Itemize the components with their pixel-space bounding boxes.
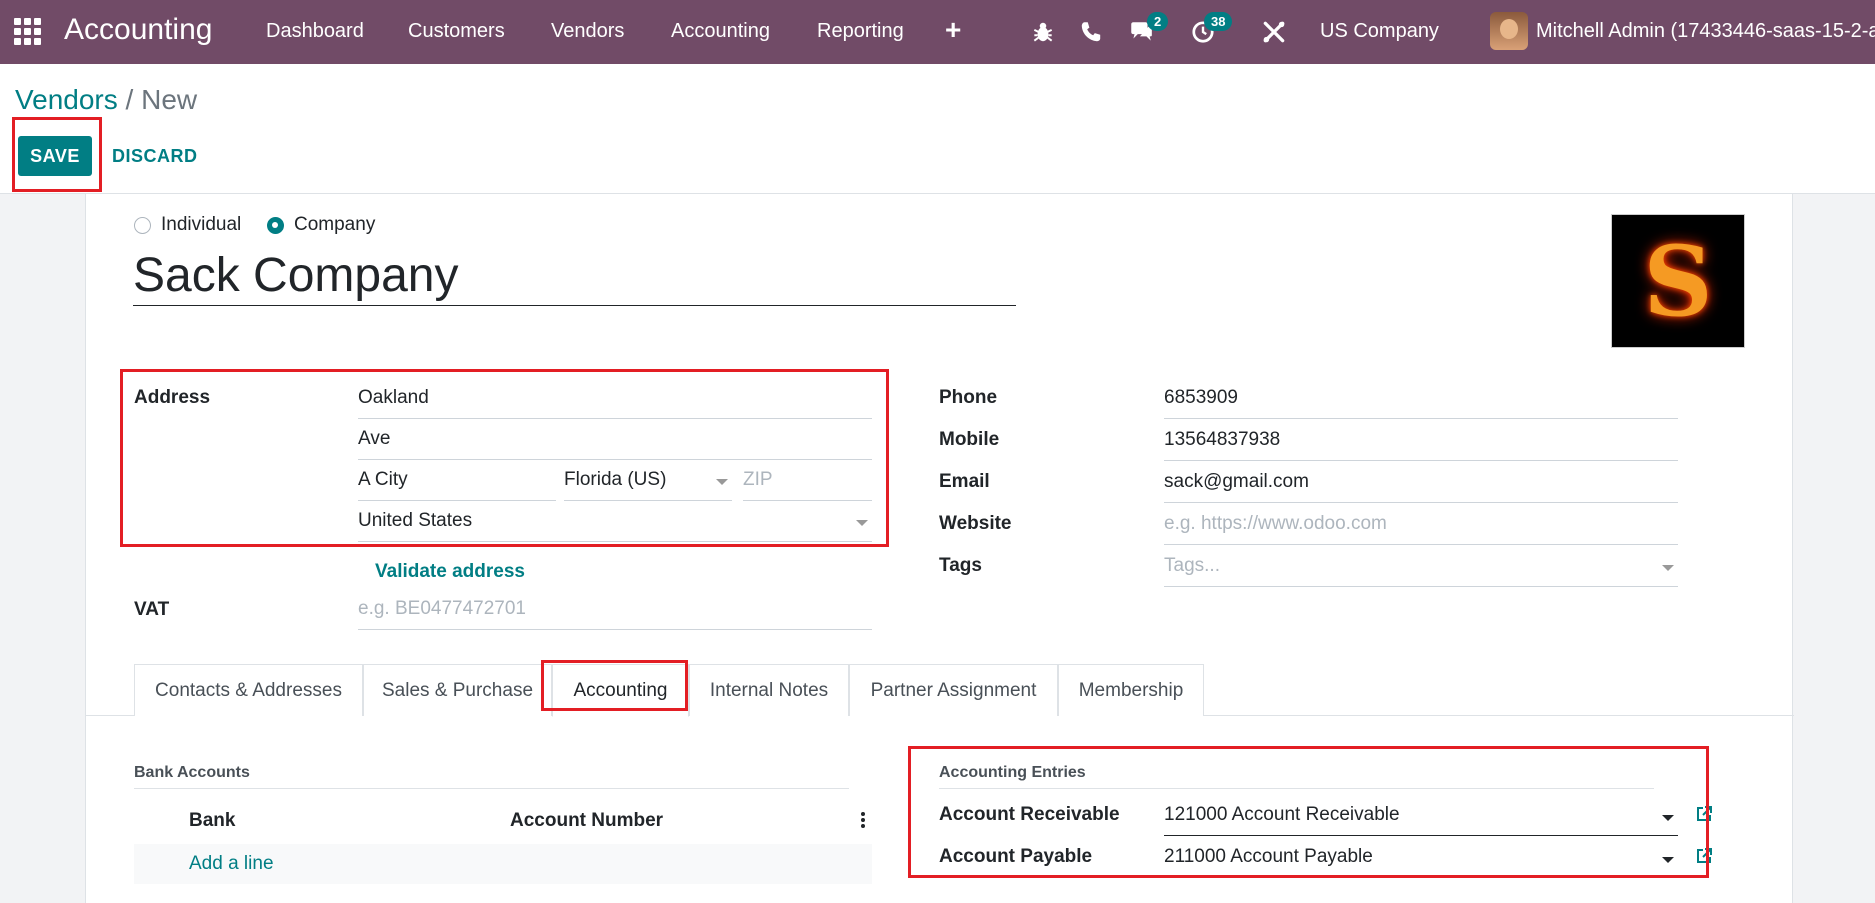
account-payable-value: 211000 Account Payable bbox=[1164, 846, 1373, 867]
breadcrumb-vendors-link[interactable]: Vendors bbox=[15, 84, 118, 115]
plus-icon[interactable]: + bbox=[945, 14, 961, 46]
account-receivable-select[interactable]: 121000 Account Receivable bbox=[1164, 800, 1678, 836]
form-sheet: Individual Company Sack Company S Addres… bbox=[85, 194, 1794, 903]
mobile-field[interactable]: 13564837938 bbox=[1164, 425, 1678, 461]
email-field[interactable]: sack@gmail.com bbox=[1164, 467, 1678, 503]
logo-letter: S bbox=[1643, 224, 1713, 338]
add-a-line-link[interactable]: Add a line bbox=[189, 853, 274, 875]
radio-individual[interactable]: Individual bbox=[134, 214, 241, 236]
breadcrumb-separator: / bbox=[125, 84, 134, 115]
tab-partner-assignment[interactable]: Partner Assignment bbox=[849, 664, 1058, 716]
tab-membership[interactable]: Membership bbox=[1058, 664, 1204, 716]
website-field[interactable]: e.g. https://www.odoo.com bbox=[1164, 509, 1678, 545]
chevron-down-icon bbox=[716, 479, 728, 485]
radio-company[interactable]: Company bbox=[267, 214, 375, 236]
radio-company-label: Company bbox=[294, 214, 376, 235]
accounting-entries-divider bbox=[939, 788, 1654, 789]
address-label: Address bbox=[134, 387, 211, 408]
account-payable-label: Account Payable bbox=[939, 846, 1093, 867]
radio-individual-dot[interactable] bbox=[134, 216, 151, 234]
account-receivable-label: Account Receivable bbox=[939, 804, 1120, 825]
control-panel: Vendors / New SAVE DISCARD bbox=[0, 64, 1875, 194]
tab-accounting[interactable]: Accounting bbox=[552, 664, 689, 717]
optional-columns-icon[interactable] bbox=[861, 812, 865, 830]
tab-contacts-addresses[interactable]: Contacts & Addresses bbox=[134, 664, 363, 716]
radio-individual-label: Individual bbox=[161, 214, 242, 235]
radio-company-dot[interactable] bbox=[267, 216, 284, 234]
state-value: Florida (US) bbox=[564, 469, 667, 490]
website-label: Website bbox=[939, 513, 1012, 534]
external-link-icon[interactable] bbox=[1694, 846, 1714, 866]
zip-field[interactable]: ZIP bbox=[743, 465, 872, 501]
save-button[interactable]: SAVE bbox=[18, 136, 92, 176]
user-avatar[interactable] bbox=[1490, 12, 1528, 50]
tab-internal-notes[interactable]: Internal Notes bbox=[689, 664, 849, 716]
country-value: United States bbox=[358, 510, 473, 531]
country-select[interactable]: United States bbox=[358, 506, 872, 542]
bank-accounts-add-row: Add a line bbox=[134, 844, 872, 884]
chevron-down-icon bbox=[856, 520, 868, 526]
discard-button[interactable]: DISCARD bbox=[112, 146, 198, 167]
phone-field[interactable]: 6853909 bbox=[1164, 383, 1678, 419]
menu-vendors[interactable]: Vendors bbox=[551, 20, 624, 43]
partner-name-field[interactable]: Sack Company bbox=[133, 249, 1016, 306]
chevron-down-icon bbox=[1662, 815, 1674, 821]
activities-badge: 38 bbox=[1204, 12, 1233, 31]
app-grid-icon[interactable] bbox=[14, 18, 42, 46]
user-menu[interactable]: Mitchell Admin (17433446-saas-15-2-al bbox=[1536, 20, 1875, 43]
external-link-icon[interactable] bbox=[1694, 804, 1714, 824]
chevron-down-icon bbox=[1662, 565, 1674, 571]
menu-customers[interactable]: Customers bbox=[408, 20, 505, 43]
phone-label: Phone bbox=[939, 387, 998, 408]
vat-field[interactable]: e.g. BE0477472701 bbox=[358, 594, 872, 630]
bug-icon[interactable] bbox=[1030, 19, 1056, 45]
city-field[interactable]: A City bbox=[358, 465, 556, 501]
email-label: Email bbox=[939, 471, 990, 492]
mobile-label: Mobile bbox=[939, 429, 1000, 450]
tab-sales-purchase[interactable]: Sales & Purchase bbox=[363, 664, 552, 716]
accounting-entries-title: Accounting Entries bbox=[939, 764, 1086, 781]
breadcrumb: Vendors / New bbox=[15, 84, 197, 116]
tags-select[interactable]: Tags... bbox=[1164, 551, 1678, 587]
validate-address-link[interactable]: Validate address bbox=[375, 561, 525, 583]
tags-label: Tags bbox=[939, 555, 982, 576]
menu-reporting[interactable]: Reporting bbox=[817, 20, 904, 43]
app-title[interactable]: Accounting bbox=[64, 13, 212, 47]
account-receivable-value: 121000 Account Receivable bbox=[1164, 804, 1400, 825]
tools-icon[interactable] bbox=[1261, 19, 1287, 45]
street-field[interactable]: Oakland bbox=[358, 383, 872, 419]
bank-column-header[interactable]: Bank bbox=[189, 810, 235, 832]
account-payable-select[interactable]: 211000 Account Payable bbox=[1164, 842, 1678, 878]
bank-accounts-divider bbox=[134, 788, 849, 789]
chevron-down-icon bbox=[1662, 857, 1674, 863]
vat-label: VAT bbox=[134, 599, 170, 620]
top-navbar: Accounting Dashboard Customers Vendors A… bbox=[0, 0, 1875, 64]
breadcrumb-current: New bbox=[141, 84, 198, 115]
menu-accounting[interactable]: Accounting bbox=[671, 20, 770, 43]
company-switcher[interactable]: US Company bbox=[1320, 20, 1439, 43]
street2-field[interactable]: Ave bbox=[358, 424, 872, 460]
account-number-column-header[interactable]: Account Number bbox=[510, 810, 663, 832]
menu-dashboard[interactable]: Dashboard bbox=[266, 20, 364, 43]
bank-accounts-title: Bank Accounts bbox=[134, 764, 250, 781]
state-select[interactable]: Florida (US) bbox=[564, 465, 732, 501]
notebook-tabs: Contacts & Addresses Sales & Purchase Ac… bbox=[86, 664, 1794, 717]
phone-icon[interactable] bbox=[1078, 19, 1104, 45]
tags-placeholder: Tags... bbox=[1164, 555, 1220, 576]
messages-badge: 2 bbox=[1147, 12, 1169, 31]
company-logo-image[interactable]: S bbox=[1611, 214, 1745, 348]
